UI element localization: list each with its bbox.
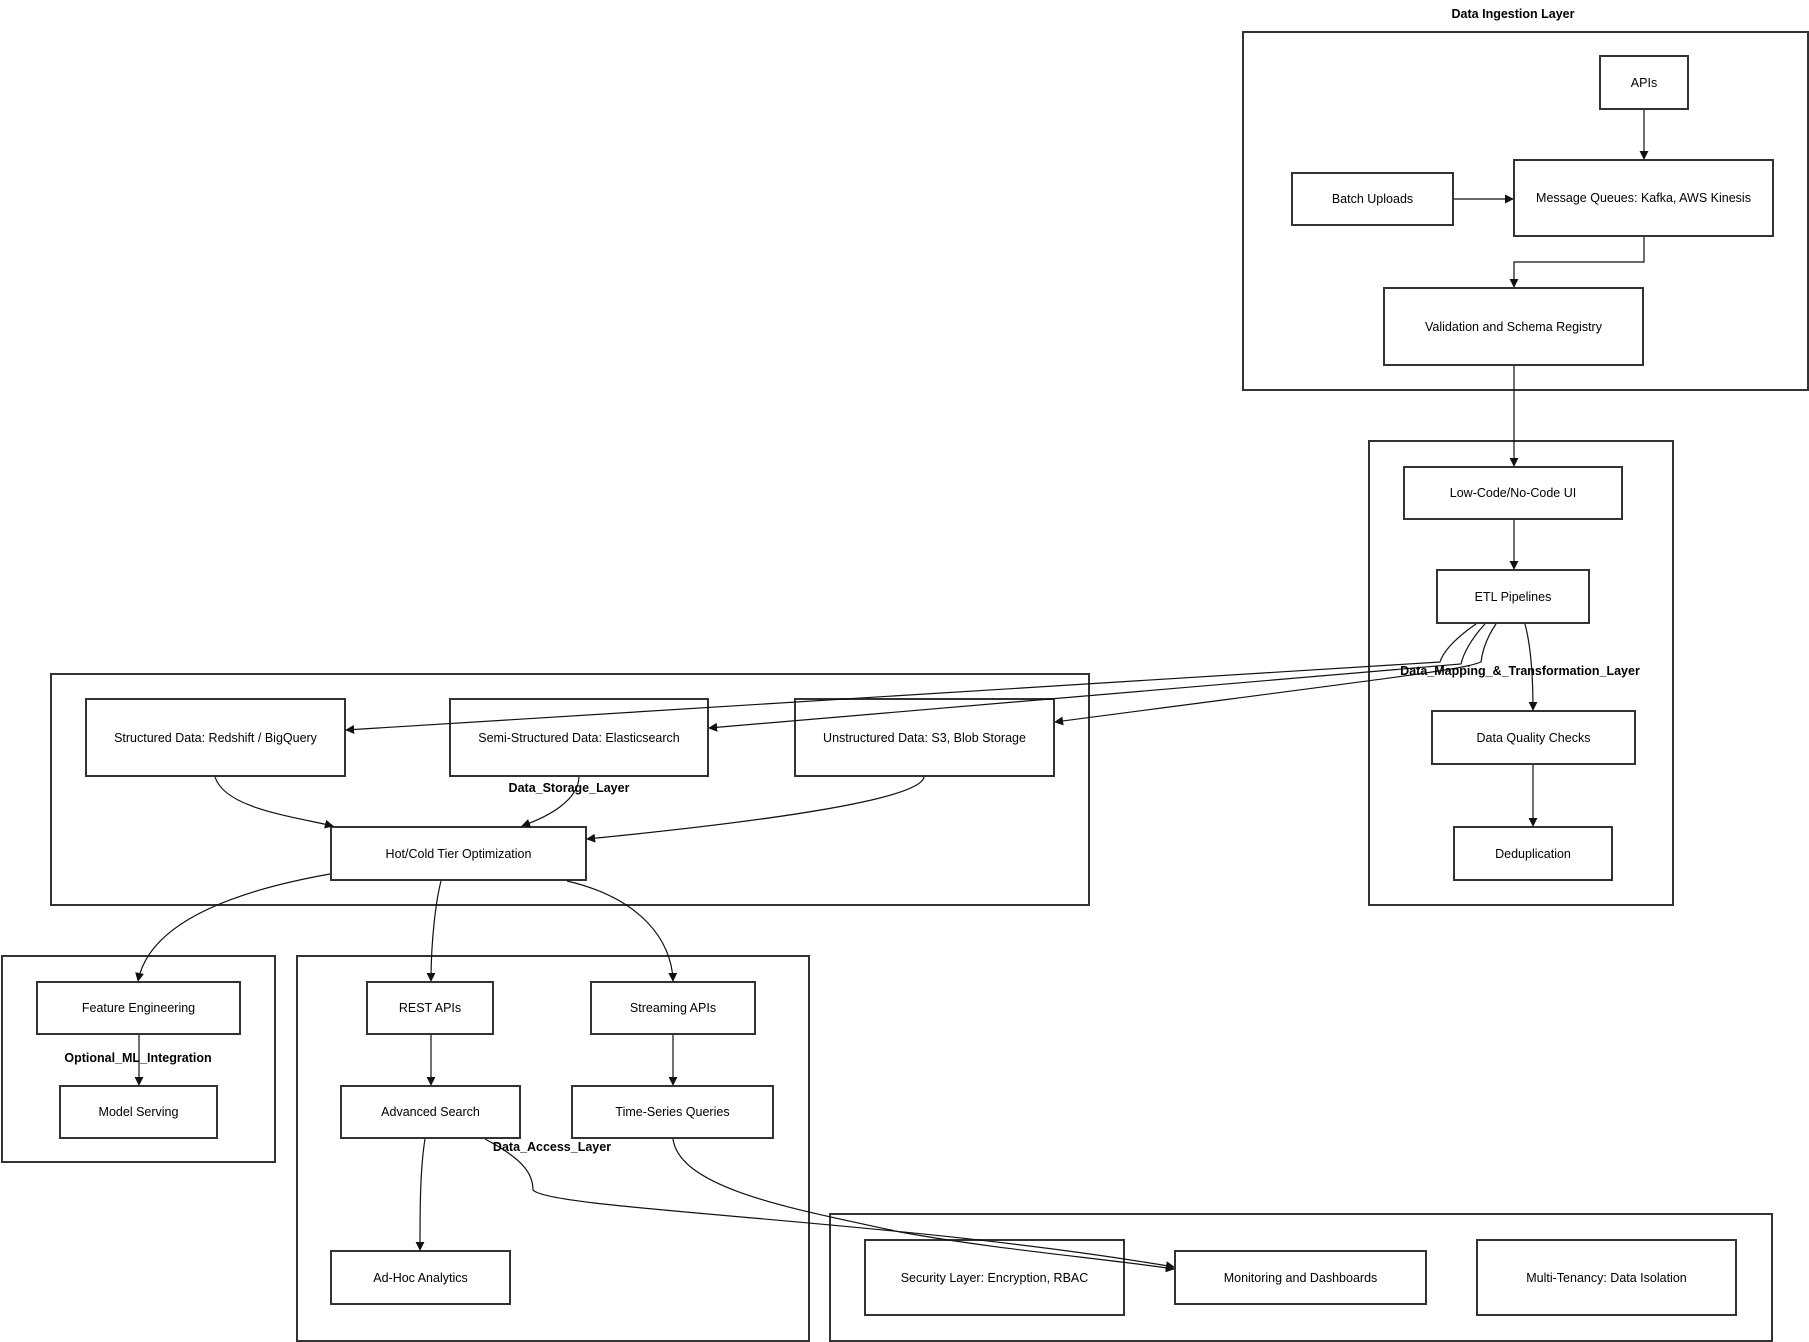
node-feature-eng-label: Feature Engineering — [81, 1001, 196, 1015]
node-semi-structured-data[interactable]: Semi-Structured Data: Elasticsearch — [449, 698, 709, 777]
node-monitoring-dashboards[interactable]: Monitoring and Dashboards — [1174, 1250, 1427, 1305]
cluster-title-data-storage-layer: Data_Storage_Layer — [508, 781, 630, 795]
node-feature-engineering[interactable]: Feature Engineering — [36, 981, 241, 1035]
node-message-queues[interactable]: Message Queues: Kafka, AWS Kinesis — [1513, 159, 1774, 237]
node-batch-uploads[interactable]: Batch Uploads — [1291, 172, 1454, 226]
node-dedup-label: Deduplication — [1495, 846, 1571, 861]
node-unstructured-label: Unstructured Data: S3, Blob Storage — [823, 730, 1026, 745]
node-rest-apis-label: REST APIs — [398, 1001, 462, 1015]
node-batch-uploads-label: Batch Uploads — [1331, 192, 1414, 206]
node-adhoc-label: Ad-Hoc Analytics — [373, 1270, 468, 1285]
node-structured-data[interactable]: Structured Data: Redshift / BigQuery — [85, 698, 346, 777]
node-etl-pipelines[interactable]: ETL Pipelines — [1436, 569, 1590, 624]
node-streaming-apis[interactable]: Streaming APIs — [590, 981, 756, 1035]
node-low-code-ui[interactable]: Low-Code/No-Code UI — [1403, 466, 1623, 520]
node-security-layer[interactable]: Security Layer: Encryption, RBAC — [864, 1239, 1125, 1316]
node-time-series-queries[interactable]: Time-Series Queries — [571, 1085, 774, 1139]
cluster-title-data-ingestion-layer: Data Ingestion Layer — [1451, 7, 1575, 21]
node-monitoring-label: Monitoring and Dashboards — [1223, 1270, 1378, 1285]
node-low-code-label: Low-Code/No-Code UI — [1449, 486, 1577, 500]
node-security-label: Security Layer: Encryption, RBAC — [900, 1270, 1089, 1285]
node-unstructured-data[interactable]: Unstructured Data: S3, Blob Storage — [794, 698, 1055, 777]
node-multi-tenancy-label: Multi-Tenancy: Data Isolation — [1526, 1270, 1687, 1285]
node-deduplication[interactable]: Deduplication — [1453, 826, 1613, 881]
node-advanced-search[interactable]: Advanced Search — [340, 1085, 521, 1139]
node-advanced-search-label: Advanced Search — [381, 1105, 480, 1119]
node-model-serving-label: Model Serving — [98, 1105, 179, 1119]
cluster-title-data-mapping-transformation-layer: Data_Mapping_&_Transformation_Layer — [1400, 664, 1640, 678]
node-streaming-apis-label: Streaming APIs — [629, 1001, 717, 1015]
node-data-quality-checks[interactable]: Data Quality Checks — [1431, 710, 1636, 765]
node-ad-hoc-analytics[interactable]: Ad-Hoc Analytics — [330, 1250, 511, 1305]
node-apis[interactable]: APIs — [1599, 55, 1689, 110]
node-hot-cold-label: Hot/Cold Tier Optimization — [385, 846, 532, 861]
node-hot-cold-tier[interactable]: Hot/Cold Tier Optimization — [330, 826, 587, 881]
node-etl-label: ETL Pipelines — [1474, 589, 1552, 604]
node-validation-label: Validation and Schema Registry — [1425, 319, 1602, 334]
node-apis-label: APIs — [1630, 75, 1658, 90]
node-semi-structured-label: Semi-Structured Data: Elasticsearch — [478, 730, 680, 745]
cluster-title-optional-ml-integration: Optional_ML_Integration — [64, 1051, 212, 1065]
node-structured-label: Structured Data: Redshift / BigQuery — [114, 730, 317, 745]
node-rest-apis[interactable]: REST APIs — [366, 981, 494, 1035]
node-model-serving[interactable]: Model Serving — [59, 1085, 218, 1139]
node-validation-schema-registry[interactable]: Validation and Schema Registry — [1383, 287, 1644, 366]
node-time-series-label: Time-Series Queries — [615, 1105, 730, 1119]
node-data-quality-label: Data Quality Checks — [1476, 730, 1591, 745]
cluster-title-data-access-layer: Data_Access_Layer — [492, 1140, 612, 1154]
node-message-queues-label: Message Queues: Kafka, AWS Kinesis — [1536, 191, 1751, 205]
node-multi-tenancy[interactable]: Multi-Tenancy: Data Isolation — [1476, 1239, 1737, 1316]
